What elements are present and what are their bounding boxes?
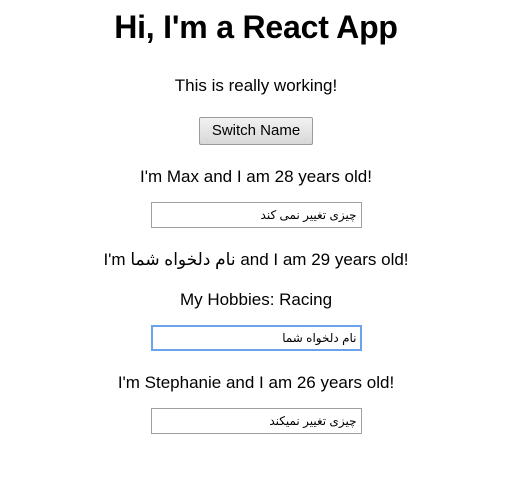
- name-input-custom[interactable]: [150, 324, 362, 351]
- person-line-custom-prefix: I'm: [103, 249, 131, 269]
- name-input-stephanie[interactable]: [150, 407, 362, 434]
- person-line-custom-name: نام دلخواه شما: [130, 249, 236, 269]
- react-app-root: Hi, I'm a React App This is really worki…: [0, 0, 512, 434]
- switch-name-button[interactable]: Switch Name: [198, 116, 314, 145]
- name-input-row-custom: [0, 310, 512, 351]
- switch-name-button-row: Switch Name: [0, 96, 512, 145]
- name-input-row-max: [0, 187, 512, 228]
- app-subtitle: This is really working!: [174, 75, 338, 95]
- person-line-custom: I'm نام دلخواه شما and I am 29 years old…: [0, 228, 512, 270]
- person-line-custom-suffix: and I am 29 years old!: [235, 249, 409, 269]
- name-input-max[interactable]: [150, 201, 362, 228]
- page-title: Hi, I'm a React App: [114, 9, 398, 45]
- name-input-row-stephanie: [0, 393, 512, 434]
- person-line-max: I'm Max and I am 28 years old!: [140, 166, 372, 186]
- person-line-stephanie: I'm Stephanie and I am 26 years old!: [117, 372, 395, 392]
- hobbies-line: My Hobbies: Racing: [179, 289, 333, 309]
